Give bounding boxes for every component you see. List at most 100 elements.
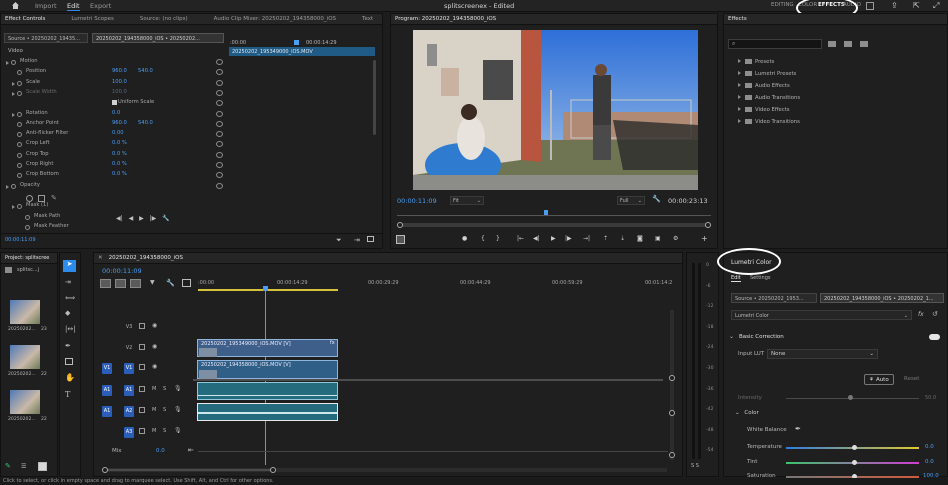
eyedropper-icon[interactable]: ✒ <box>795 425 801 433</box>
ec-row[interactable]: Mask Feather <box>0 223 228 233</box>
microphone-icon[interactable]: 🎙 <box>174 406 182 413</box>
reset-icon[interactable] <box>216 110 223 117</box>
program-fit-dropdown[interactable]: Fit ⌄ <box>450 196 484 205</box>
close-icon[interactable]: ✕ <box>98 255 103 261</box>
mark-in-icon[interactable]: { <box>481 235 485 242</box>
ec-source-dropdown[interactable]: Source • 20250202_19435... <box>4 33 88 43</box>
type-tool-icon[interactable]: T <box>65 390 70 399</box>
ec-row[interactable]: Opacity <box>0 182 228 192</box>
solo-button[interactable]: S <box>163 428 166 434</box>
ec-row[interactable]: Position 960.0 540.0 <box>0 68 228 78</box>
chevron-right-icon[interactable] <box>12 81 15 86</box>
chevron-right-icon[interactable] <box>6 61 9 65</box>
nav-export[interactable]: Export <box>90 2 111 10</box>
lumetri-reset-icon[interactable]: ↺ <box>932 310 938 318</box>
stopwatch-icon[interactable] <box>17 152 22 158</box>
source-patch[interactable]: V1 <box>102 363 112 374</box>
track-target[interactable]: V3 <box>124 322 134 333</box>
step-forward-icon[interactable]: |▶ <box>565 235 572 242</box>
track-target[interactable]: V2 <box>124 343 134 354</box>
ec-row-value-2[interactable]: 540.0 <box>138 120 153 126</box>
sequence-tab[interactable]: 20250202_194358000_iOS <box>109 255 183 261</box>
lumetri-sequence-dropdown[interactable]: 20250202_194358000_iOS • 20250202_1... <box>820 293 944 303</box>
lumetri-preset-dropdown[interactable]: Lumetri Color ⌄ <box>731 310 912 320</box>
stopwatch-icon[interactable] <box>17 70 22 76</box>
slip-tool-icon[interactable]: |↔| <box>65 325 76 333</box>
stopwatch-icon[interactable] <box>17 111 22 117</box>
workspace-menu-icon[interactable] <box>866 2 874 10</box>
mask-track-forward-icon[interactable]: |▶ <box>150 215 157 222</box>
nav-edit[interactable]: Edit <box>67 2 80 11</box>
ec-row-value-1[interactable]: 0.0 % <box>112 140 127 146</box>
mute-button[interactable]: M <box>152 407 156 413</box>
tab-audio-clip-mixer[interactable]: Audio Clip Mixer: 20250202_194358000_iOS <box>214 16 336 22</box>
mask-wrench-icon[interactable]: 🔧 <box>162 215 169 222</box>
solo-button[interactable]: S <box>163 386 166 392</box>
effects-folder[interactable]: Video Transitions <box>738 119 800 125</box>
reset-icon[interactable] <box>216 59 223 65</box>
effects-folder[interactable]: Lumetri Presets <box>738 71 796 77</box>
tab-effect-controls[interactable]: Effect Controls <box>5 16 45 22</box>
track-target[interactable]: A1 <box>124 385 134 396</box>
reset-icon[interactable] <box>216 79 223 86</box>
new-bin-icon-2[interactable] <box>844 41 852 47</box>
ec-sequence-dropdown[interactable]: 20250202_194358000_iOS • 20250202... <box>92 33 224 43</box>
program-scrub-bar[interactable] <box>397 210 711 216</box>
ec-row-value-1[interactable]: 0.0 <box>112 110 120 116</box>
ec-scrollbar[interactable] <box>373 60 376 135</box>
reset-icon[interactable] <box>216 120 223 127</box>
stopwatch-icon[interactable] <box>17 163 22 168</box>
mask-pen-icon[interactable]: ✎ <box>51 194 57 202</box>
reset-icon[interactable] <box>216 69 223 76</box>
ec-row[interactable]: Scale Width 100.0 <box>0 89 228 99</box>
project-title[interactable]: Project: splitscree <box>5 255 49 261</box>
source-patch[interactable]: A1 <box>102 385 112 396</box>
stopwatch-icon[interactable] <box>11 60 16 65</box>
clip-v2[interactable]: 20250202_195349000_iOS.MOV [V] fx <box>197 339 338 357</box>
rectangle-tool-icon[interactable] <box>65 358 73 365</box>
uniform-scale-checkbox[interactable] <box>112 100 117 106</box>
program-quality-dropdown[interactable]: Full ⌄ <box>617 196 645 205</box>
project-item[interactable]: 20250202... 22 <box>8 390 52 430</box>
reset-icon[interactable] <box>216 162 223 168</box>
chevron-right-icon[interactable] <box>12 112 15 117</box>
list-view-icon[interactable]: ☰ <box>21 463 26 470</box>
lumetri-tab-edit[interactable]: Edit <box>731 275 741 282</box>
share-icon[interactable]: ⇪ <box>891 1 898 10</box>
icon-view-icon[interactable] <box>38 462 47 471</box>
mute-button[interactable]: M <box>152 428 156 434</box>
ec-row[interactable]: Anchor Point 960.0 540.0 <box>0 120 228 130</box>
microphone-icon[interactable]: 🎙 <box>174 385 182 392</box>
reset-icon[interactable] <box>216 100 223 107</box>
home-icon[interactable] <box>11 1 20 10</box>
input-lut-dropdown[interactable]: None ⌄ <box>767 349 878 359</box>
ec-row-value-1[interactable]: 0.0 % <box>112 151 127 157</box>
chevron-right-icon[interactable] <box>12 91 15 96</box>
auto-button[interactable]: ⚘ Auto <box>864 374 894 385</box>
basic-correction-toggle[interactable] <box>929 334 940 340</box>
stopwatch-icon[interactable] <box>17 121 22 127</box>
mix-end-icon[interactable]: ⇤ <box>188 446 194 454</box>
ec-row-value-1[interactable]: 0.0 % <box>112 171 127 177</box>
mask-track-prev-icon[interactable]: ◀ <box>129 215 134 222</box>
ec-row[interactable]: Crop Top 0.0 % <box>0 151 228 161</box>
new-bin-icon-3[interactable] <box>860 41 868 47</box>
intensity-knob[interactable] <box>848 395 853 400</box>
add-marker-icon[interactable]: ▼ <box>150 279 155 286</box>
meter-solo-buttons[interactable]: S S <box>691 463 699 469</box>
nav-import[interactable]: Import <box>35 2 57 10</box>
lumetri-source-dropdown[interactable]: Source • 20250202_1953... <box>731 293 817 303</box>
effects-folder[interactable]: Presets <box>738 59 774 65</box>
ripple-edit-tool-icon[interactable]: ⟺ <box>65 294 75 302</box>
ec-row-value-2[interactable]: 540.0 <box>138 68 153 74</box>
effects-title[interactable]: Effects <box>728 16 747 22</box>
tab-source[interactable]: Source: (no clips) <box>140 16 188 22</box>
lift-icon[interactable]: ⇡ <box>603 235 608 242</box>
tint-knob[interactable] <box>852 460 857 465</box>
razor-tool-icon[interactable]: ◆ <box>65 309 70 317</box>
ec-row[interactable]: Crop Left 0.0 % <box>0 140 228 150</box>
track-target[interactable]: V1 <box>124 363 134 374</box>
track-target[interactable]: A3 <box>124 427 134 438</box>
nest-icon[interactable] <box>100 279 111 288</box>
tab-text[interactable]: Text <box>362 16 373 22</box>
